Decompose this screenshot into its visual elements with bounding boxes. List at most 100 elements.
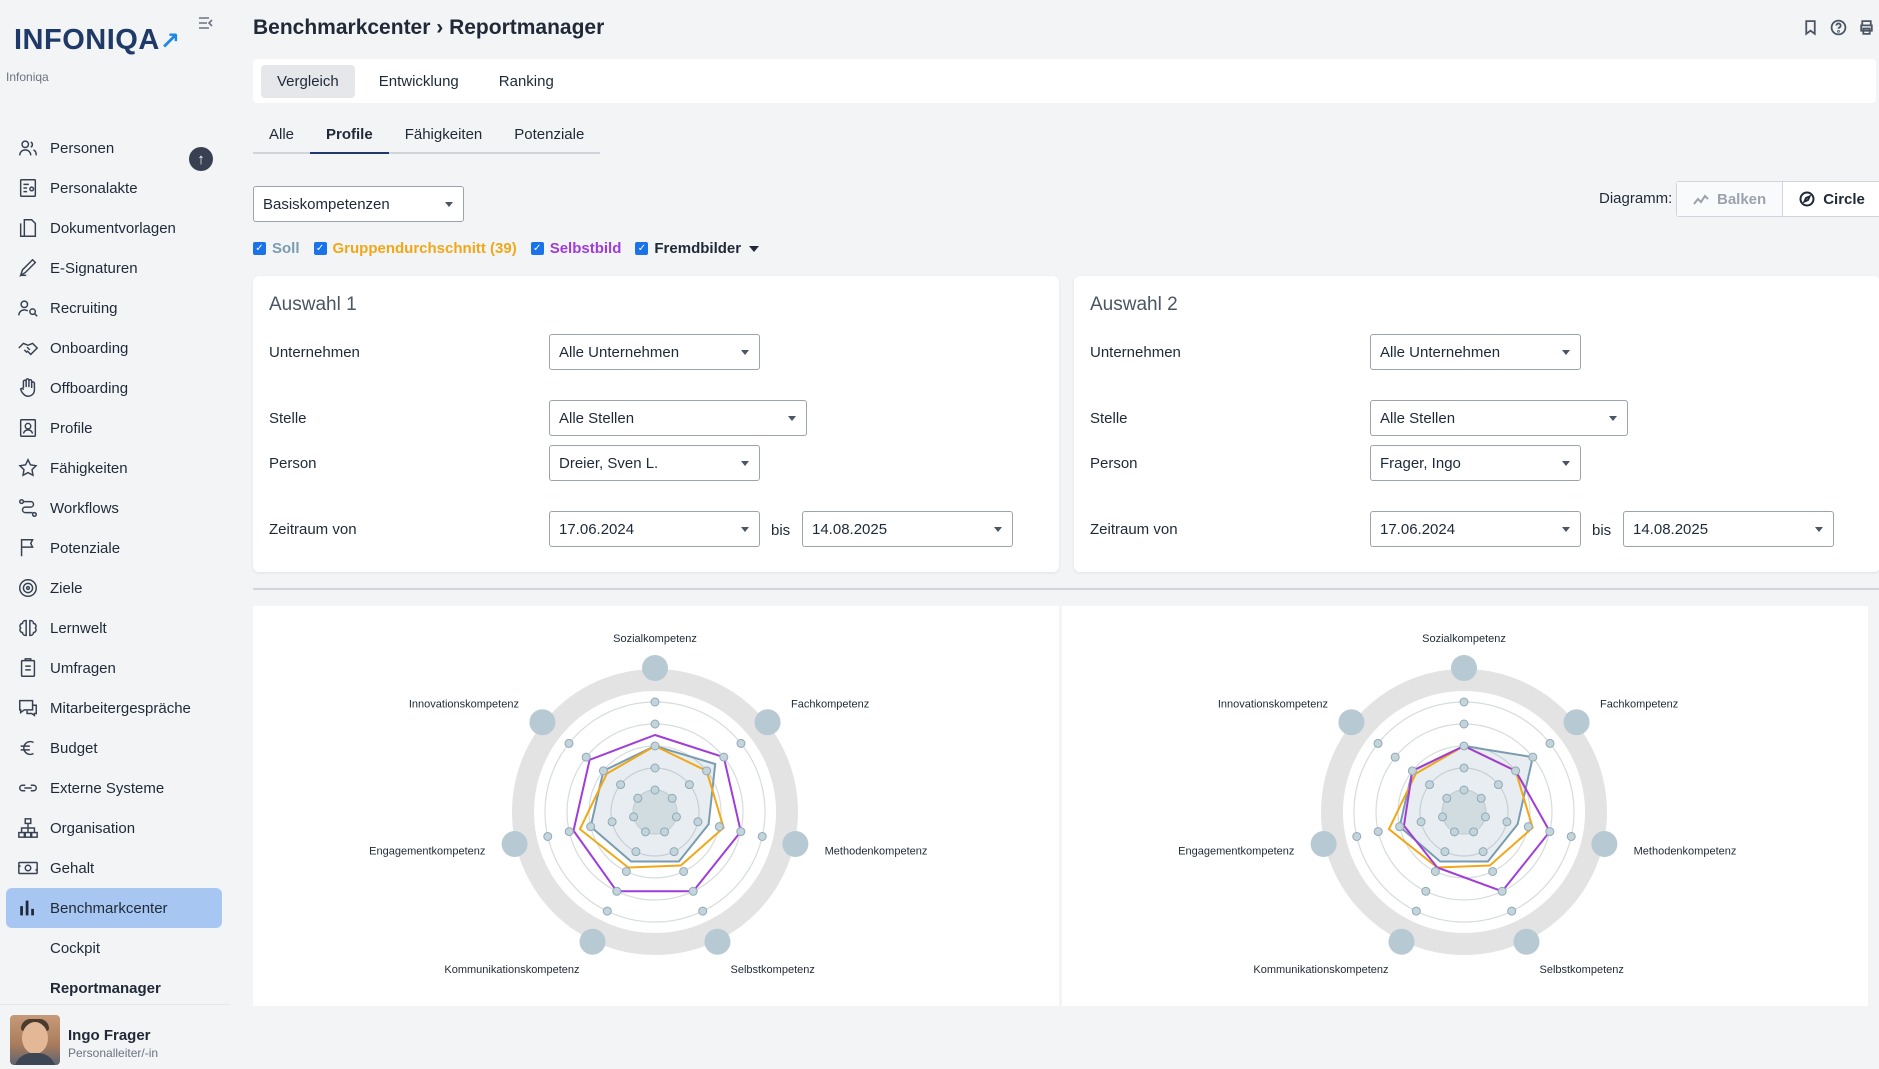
grid-marker — [736, 738, 746, 748]
chevron-down-icon — [741, 461, 749, 466]
diagram-toggle: Balken Circle — [1676, 181, 1879, 217]
grid-marker — [581, 752, 591, 762]
checkbox-fremdbilder[interactable]: ✓ Fremdbilder — [635, 240, 760, 257]
position-select[interactable]: Alle Stellen — [1370, 400, 1628, 436]
fremdbilder-dropdown-icon[interactable] — [749, 245, 760, 252]
axis-label: Methodenkompetenz — [1634, 846, 1737, 858]
sidebar-item-dokumentvorlagen[interactable]: Dokumentvorlagen — [6, 208, 222, 248]
position-select[interactable]: Alle Stellen — [549, 400, 807, 436]
print-icon[interactable] — [1857, 18, 1875, 36]
checkbox-gruppendurchschnitt-label: Gruppendurchschnitt (39) — [332, 240, 517, 257]
diagram-balken-button[interactable]: Balken — [1677, 182, 1784, 216]
sidebar-item-organisation[interactable]: Organisation — [6, 808, 222, 848]
sidebar-subitem-reportmanager[interactable]: Reportmanager — [6, 968, 222, 1008]
sidebar-nav: Personen Personalakte Dokumentvorlagen E-Si… — [6, 128, 222, 1008]
subtab-faehigkeiten[interactable]: Fähigkeiten — [389, 120, 499, 152]
axis-bubble — [501, 831, 528, 858]
axis-bubble — [754, 709, 781, 736]
help-icon[interactable] — [1829, 18, 1847, 36]
tab-entwicklung[interactable]: Entwicklung — [363, 65, 475, 98]
sidebar-item-label: Ziele — [50, 579, 83, 597]
checkbox-soll[interactable]: ✓ Soll — [253, 240, 300, 257]
person-select[interactable]: Dreier, Sven L. — [549, 445, 760, 481]
sidebar-item-lernwelt[interactable]: Lernwelt — [6, 608, 222, 648]
diagram-circle-button[interactable]: Circle — [1783, 182, 1879, 216]
grid-marker — [564, 738, 574, 748]
sidebar-item-label: Budget — [50, 739, 98, 757]
sidebar-item-f-higkeiten[interactable]: Fähigkeiten — [6, 448, 222, 488]
money-icon — [16, 856, 40, 880]
personnel-file-icon — [16, 176, 40, 200]
date-from-select[interactable]: 17.06.2024 — [549, 511, 760, 547]
checkbox-fremdbilder-label: Fremdbilder — [654, 240, 742, 257]
date-until-select-value: 14.08.2025 — [812, 520, 888, 538]
checkbox-soll-label: Soll — [272, 240, 300, 257]
sidebar-item-recruiting[interactable]: Recruiting — [6, 288, 222, 328]
grid-marker — [1511, 766, 1521, 776]
checkbox-selbstbild-label: Selbstbild — [549, 240, 622, 257]
axis-label: Engagementkompetenz — [1178, 846, 1294, 858]
logo[interactable]: INFONIQA↗ — [14, 24, 180, 57]
position-label: Stelle — [269, 410, 307, 427]
axis-label: Selbstkompetenz — [730, 964, 814, 976]
grid-marker — [1390, 752, 1400, 762]
sidebar-item-budget[interactable]: Budget — [6, 728, 222, 768]
selection-panel-1: Auswahl 1 Unternehmen Stelle Person Zeitraum… — [253, 276, 1059, 572]
sidebar-item-externe-systeme[interactable]: Externe Systeme — [6, 768, 222, 808]
grid-marker — [1395, 822, 1405, 832]
grid-marker — [650, 763, 660, 773]
user-profile[interactable]: Ingo Frager Personalleiter/-in — [0, 1004, 230, 1069]
person-select-value: Frager, Ingo — [1380, 454, 1461, 472]
axis-bubble — [1451, 655, 1477, 681]
company-select[interactable]: Alle Unternehmen — [549, 334, 760, 370]
sidebar-item-gehalt[interactable]: Gehalt — [6, 848, 222, 888]
collapse-sidebar-icon[interactable] — [198, 16, 218, 34]
person-select[interactable]: Frager, Ingo — [1370, 445, 1581, 481]
grid-marker — [714, 822, 724, 832]
brain-icon — [16, 616, 40, 640]
sidebar-item-umfragen[interactable]: Umfragen — [6, 648, 222, 688]
user-name: Ingo Frager — [68, 1027, 151, 1044]
category-select[interactable]: Basiskompetenzen — [253, 186, 464, 222]
sidebar-item-e-signaturen[interactable]: E-Signaturen — [6, 248, 222, 288]
grid-marker — [640, 827, 650, 837]
subtab-profile[interactable]: Profile — [310, 120, 389, 154]
sidebar-item-onboarding[interactable]: Onboarding — [6, 328, 222, 368]
chevron-down-icon — [1562, 461, 1570, 466]
axis-label: Kommunikationskompetenz — [1253, 964, 1388, 976]
check-icon: ✓ — [530, 242, 544, 255]
date-until-select[interactable]: 14.08.2025 — [802, 511, 1013, 547]
date-until-select[interactable]: 14.08.2025 — [1623, 511, 1834, 547]
sidebar-subitem-cockpit[interactable]: Cockpit — [6, 928, 222, 968]
date-from-select[interactable]: 17.06.2024 — [1370, 511, 1581, 547]
tab-ranking[interactable]: Ranking — [483, 65, 570, 98]
check-icon: ✓ — [253, 242, 266, 255]
subtab-alle[interactable]: Alle — [253, 120, 310, 152]
sidebar-item-mitarbeitergespr-che[interactable]: Mitarbeitergespräche — [6, 688, 222, 728]
header-actions — [1801, 18, 1875, 36]
sidebar-item-profile[interactable]: Profile — [6, 408, 222, 448]
scroll-up-icon[interactable]: ↑ — [189, 147, 213, 171]
company-select-value: Alle Unternehmen — [1380, 343, 1501, 361]
checkbox-selbstbild[interactable]: ✓ Selbstbild — [530, 240, 622, 257]
axis-bubble — [1310, 831, 1337, 858]
checkbox-gruppendurchschnitt[interactable]: ✓ Gruppendurchschnitt (39) — [313, 240, 517, 257]
sidebar-item-personalakte[interactable]: Personalakte — [6, 168, 222, 208]
grid-marker — [1545, 827, 1555, 837]
sidebar-item-offboarding[interactable]: Offboarding — [6, 368, 222, 408]
logo-arrow-icon: ↗ — [159, 28, 181, 55]
sidebar-item-benchmarkcenter[interactable]: Benchmarkcenter — [6, 888, 222, 928]
series-1-line — [589, 744, 717, 863]
person-label: Person — [1090, 455, 1138, 472]
axis-label: Innovationskompetenz — [409, 699, 519, 711]
sidebar-item-workflows[interactable]: Workflows — [6, 488, 222, 528]
tab-vergleich[interactable]: Vergleich — [261, 64, 355, 98]
company-select[interactable]: Alle Unternehmen — [1370, 334, 1581, 370]
sidebar-item-ziele[interactable]: Ziele — [6, 568, 222, 608]
axis-bubble — [1563, 709, 1590, 736]
user-role: Personalleiter/-in — [68, 1046, 159, 1060]
subtab-potenziale[interactable]: Potenziale — [498, 120, 600, 152]
bookmark-icon[interactable] — [1801, 18, 1819, 36]
grid-marker — [1407, 766, 1417, 776]
sidebar-item-potenziale[interactable]: Potenziale — [6, 528, 222, 568]
